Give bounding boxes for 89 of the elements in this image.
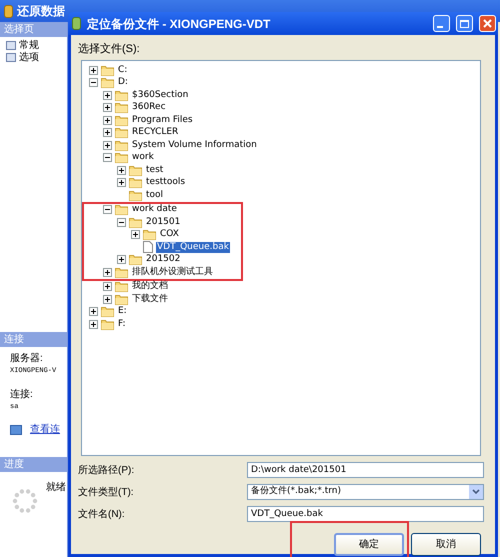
- expand-toggle[interactable]: [117, 178, 126, 188]
- tree-label: 选择文件(S):: [78, 42, 141, 56]
- section-header: 进度: [0, 457, 67, 472]
- tree-item[interactable]: 360Rec: [131, 102, 167, 114]
- login-label: 连接:: [10, 388, 34, 402]
- ok-button[interactable]: 确定: [334, 533, 404, 556]
- file-type-dropdown[interactable]: 备份文件(*.bak;*.trn): [247, 484, 484, 500]
- file-icon: [143, 241, 153, 254]
- expand-toggle[interactable]: [103, 128, 112, 138]
- close-icon[interactable]: [483, 19, 492, 28]
- tree-item[interactable]: tool: [145, 190, 164, 201]
- collapse-toggle[interactable]: [89, 78, 98, 88]
- collapse-toggle[interactable]: [103, 153, 112, 162]
- collapse-toggle[interactable]: [117, 218, 126, 227]
- tree-item[interactable]: F:: [117, 318, 127, 330]
- tree-item[interactable]: COX: [159, 229, 180, 240]
- spinner-icon: [12, 488, 38, 514]
- expand-toggle[interactable]: [89, 320, 98, 329]
- tree-item[interactable]: work date: [131, 204, 178, 216]
- section-header: 选择页: [0, 22, 67, 37]
- expand-toggle[interactable]: [103, 90, 112, 100]
- folder-icon: [129, 190, 142, 201]
- minimize-button[interactable]: [433, 15, 450, 32]
- tree-item[interactable]: $360Section: [131, 90, 190, 101]
- folder-icon: [101, 64, 114, 76]
- tree-item[interactable]: 201502: [145, 254, 182, 266]
- maximize-button[interactable]: [456, 15, 473, 32]
- field-label: 文件类型(T):: [78, 486, 135, 500]
- tree-item[interactable]: RECYCLER: [131, 127, 180, 138]
- folder-icon: [115, 102, 128, 114]
- folder-icon: [101, 318, 114, 330]
- database-icon: [4, 4, 13, 18]
- window-title: 还原数据: [17, 3, 65, 20]
- folder-icon: [115, 127, 128, 138]
- expand-toggle[interactable]: [103, 103, 112, 112]
- view-connection-link[interactable]: 查看连: [30, 422, 60, 437]
- folder-icon: [115, 114, 128, 126]
- expand-toggle[interactable]: [131, 230, 140, 240]
- tree-item[interactable]: Program Files: [131, 114, 194, 126]
- page-item[interactable]: 常规: [6, 39, 67, 51]
- dialog-title: 定位备份文件 - XIONGPENG-VDT: [87, 16, 272, 32]
- tree-item[interactable]: 下载文件: [131, 294, 169, 305]
- expand-toggle[interactable]: [103, 268, 112, 277]
- status-text: 就绪: [46, 480, 66, 495]
- tree-item[interactable]: work: [131, 152, 155, 164]
- section-header: 连接: [0, 332, 67, 347]
- folder-icon: [101, 77, 114, 88]
- input-field[interactable]: VDT_Queue.bak: [247, 506, 484, 522]
- tree-item[interactable]: testtools: [145, 177, 186, 188]
- folder-icon: [129, 177, 142, 188]
- field-label: 文件名(N):: [78, 508, 126, 522]
- field-label: 所选路径(P):: [78, 464, 136, 478]
- tree-item[interactable]: VDT_Queue.bak: [156, 242, 230, 253]
- close-button[interactable]: [479, 15, 496, 32]
- page-item[interactable]: 选项: [6, 51, 67, 63]
- database-icon: [72, 17, 81, 30]
- tree-item[interactable]: 排队机外设测试工具: [131, 266, 214, 278]
- folder-icon: [143, 229, 156, 240]
- tree-item[interactable]: E:: [117, 306, 128, 318]
- folder-icon: [129, 164, 142, 176]
- collapse-toggle[interactable]: [103, 205, 112, 214]
- tree-item[interactable]: test: [145, 164, 164, 176]
- expand-toggle[interactable]: [117, 255, 126, 264]
- expand-toggle[interactable]: [89, 307, 98, 316]
- folder-icon: [115, 152, 128, 164]
- expand-toggle[interactable]: [103, 140, 112, 150]
- expand-toggle[interactable]: [89, 66, 98, 75]
- expand-toggle[interactable]: [103, 294, 112, 304]
- expand-toggle[interactable]: [103, 282, 112, 292]
- tree-item[interactable]: 201501: [145, 216, 182, 228]
- tree-item[interactable]: C:: [117, 64, 128, 76]
- server-label: 服务器:: [10, 352, 44, 366]
- expand-toggle[interactable]: [117, 166, 126, 175]
- folder-icon: [115, 294, 128, 305]
- folder-icon: [115, 281, 128, 292]
- cancel-button[interactable]: 取消: [411, 533, 481, 556]
- folder-icon: [115, 90, 128, 101]
- tree-item[interactable]: 我的文档: [131, 281, 169, 292]
- folder-icon: [115, 204, 128, 216]
- input-field[interactable]: D:\work date\201501: [247, 462, 484, 478]
- tree-item[interactable]: D:: [117, 77, 129, 88]
- folder-icon: [101, 306, 114, 318]
- folder-icon: [115, 140, 128, 151]
- folder-icon: [115, 266, 128, 278]
- folder-icon: [129, 254, 142, 266]
- file-tree[interactable]: C: D: $360Section 360Rec Program Files RECYCLER System Volume Information work test testtools tool work date 201501 COX VDT_Queue.bak 201502 排队机外设测试工具 我的文档 下载文件 E: F:: [81, 60, 481, 456]
- expand-toggle[interactable]: [103, 116, 112, 125]
- folder-icon: [129, 216, 142, 228]
- tree-item[interactable]: System Volume Information: [131, 140, 258, 151]
